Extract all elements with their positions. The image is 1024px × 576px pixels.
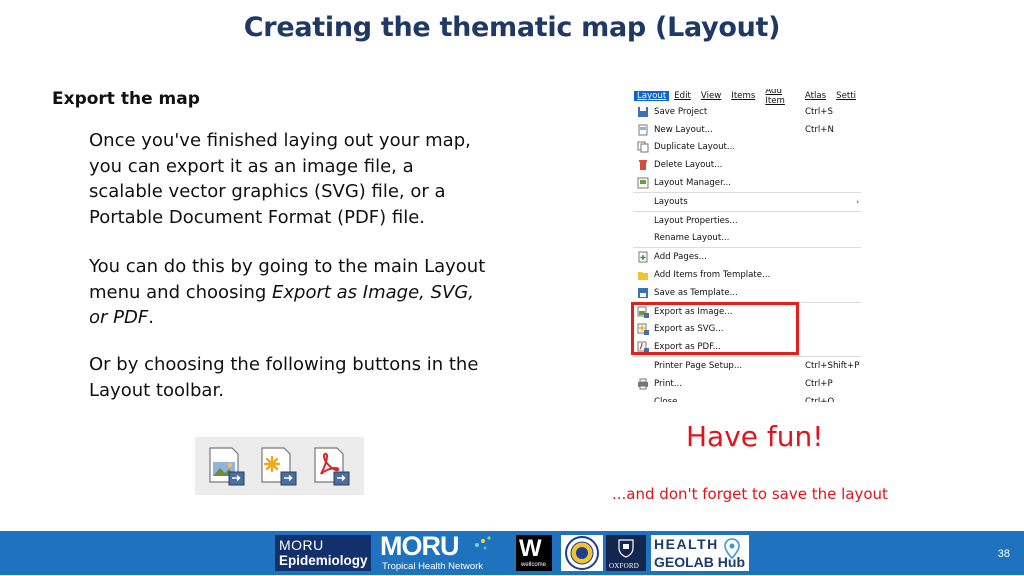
menu-item[interactable]: Add Pages... [633, 248, 861, 266]
menu-icon-placeholder [637, 196, 649, 208]
menu-item-label: Layouts [654, 196, 688, 207]
menu-item[interactable]: Duplicate Layout... [633, 139, 861, 157]
menu-item-label: Delete Layout... [654, 160, 723, 171]
oxford-crest-icon [618, 539, 634, 558]
page-number: 38 [997, 548, 1010, 560]
layout-dropdown: Save Project Ctrl+S New Layout... Ctrl+N Dup… [633, 103, 861, 402]
menu-item[interactable]: Print... Ctrl+P [633, 375, 861, 393]
menu-item-label: Add Items from Template... [654, 270, 771, 281]
menu-item[interactable]: Layout Manager... [633, 174, 861, 193]
moru-tropical-logo: MORU Tropical Health Network [378, 531, 496, 572]
menu-icon-placeholder [637, 232, 649, 244]
menu-item-shortcut: Ctrl+S [805, 106, 833, 117]
delete-icon [637, 159, 649, 171]
menu-item-shortcut: Ctrl+N [805, 124, 834, 135]
menu-item-shortcut: Ctrl+Shift+P [805, 361, 860, 372]
menu-item-shortcut: Ctrl+P [805, 378, 833, 389]
export-image-icon[interactable] [206, 444, 248, 488]
logo-text: MORU [279, 537, 324, 553]
health-geolab-logo: HEALTH GEOLAB Hub [651, 535, 749, 571]
slide-title: Creating the thematic map (Layout) [243, 12, 781, 43]
duplicate-icon [637, 141, 649, 153]
footer-bar: MORU Epidemiology MORU Tropical Health N… [0, 531, 1024, 575]
wellcome-logo: W wellcome [516, 535, 552, 571]
menu-item[interactable]: Add Items from Template... [633, 266, 861, 284]
layout-export-toolbar [195, 437, 364, 495]
paragraph-menu-instructions: You can do this by going to the main Lay… [89, 254, 489, 331]
paragraph-toolbar-instructions: Or by choosing the following buttons in … [89, 354, 479, 401]
menu-item-label: New Layout... [654, 124, 713, 135]
menu-icon-placeholder [637, 396, 649, 402]
menu-item[interactable]: Rename Layout... [633, 230, 861, 249]
logo-text: Tropical Health Network [382, 561, 484, 572]
folder-icon [637, 269, 649, 281]
menu-item[interactable]: New Layout... Ctrl+N [633, 121, 861, 139]
save-reminder-text: ...and don't forget to save the layout [612, 485, 888, 503]
menu-item[interactable]: Layouts › [633, 193, 861, 212]
menu-item-label: Close [654, 396, 678, 402]
menu-item-label: Duplicate Layout... [654, 142, 736, 153]
menu-item-label: Add Pages... [654, 252, 707, 263]
oxford-logo: OXFORD [606, 535, 646, 571]
menu-item-shortcut: Ctrl+Q [805, 396, 835, 402]
layout-manager-icon [637, 177, 649, 189]
logo-text: HEALTH [654, 536, 719, 552]
dots-icon [475, 536, 491, 550]
menubar-settings[interactable]: Setti [831, 91, 861, 101]
submenu-arrow-icon: › [856, 197, 859, 206]
moru-epidemiology-logo: MORU Epidemiology [275, 535, 371, 571]
layout-menu-screenshot: Layout Edit View Items Add Item Atlas Se… [633, 89, 861, 402]
paragraph-text-end: . [148, 307, 154, 328]
menubar-view[interactable]: View [696, 91, 726, 101]
new-layout-icon [637, 124, 649, 136]
menu-item[interactable]: Layout Properties... [633, 212, 861, 230]
menu-icon-placeholder [637, 215, 649, 227]
print-icon [637, 378, 649, 390]
menubar-atlas[interactable]: Atlas [800, 91, 831, 101]
export-options-highlight [631, 302, 799, 355]
menu-item[interactable]: Close Ctrl+Q [633, 393, 861, 402]
menu-bar: Layout Edit View Items Add Item Atlas Se… [633, 89, 861, 106]
save-template-icon [637, 287, 649, 299]
menubar-edit[interactable]: Edit [669, 91, 696, 101]
map-pin-icon [724, 538, 740, 560]
logo-text: OXFORD [609, 562, 639, 570]
menu-item[interactable]: Save Project Ctrl+S [633, 103, 861, 121]
menu-item[interactable]: Printer Page Setup... Ctrl+Shift+P [633, 357, 861, 375]
menu-item-label: Save as Template... [654, 287, 738, 298]
add-pages-icon [637, 251, 649, 263]
menu-icon-placeholder [637, 360, 649, 372]
menubar-items[interactable]: Items [726, 91, 760, 101]
logo-text: W [519, 535, 542, 562]
menu-item[interactable]: Delete Layout... [633, 156, 861, 174]
export-pdf-icon[interactable] [311, 444, 353, 488]
have-fun-text: Have fun! [686, 420, 824, 453]
menu-item-label: Printer Page Setup... [654, 361, 743, 372]
menu-item-label: Save Project [654, 106, 708, 117]
menu-item-label: Rename Layout... [654, 233, 730, 244]
mahidol-seal-logo [561, 535, 603, 571]
logo-text: Epidemiology [279, 553, 368, 568]
paragraph-intro: Once you've finished laying out your map… [89, 130, 471, 228]
section-heading: Export the map [52, 89, 200, 109]
menu-item-label: Print... [654, 378, 682, 389]
logo-text: wellcome [521, 562, 547, 568]
logo-text: MORU [380, 531, 459, 561]
menu-item[interactable]: Save as Template... [633, 284, 861, 303]
menu-item-label: Layout Manager... [654, 178, 732, 189]
menu-item-label: Layout Properties... [654, 215, 738, 226]
save-icon [637, 106, 649, 118]
export-svg-icon[interactable] [258, 444, 300, 488]
menubar-layout[interactable]: Layout [634, 91, 670, 101]
